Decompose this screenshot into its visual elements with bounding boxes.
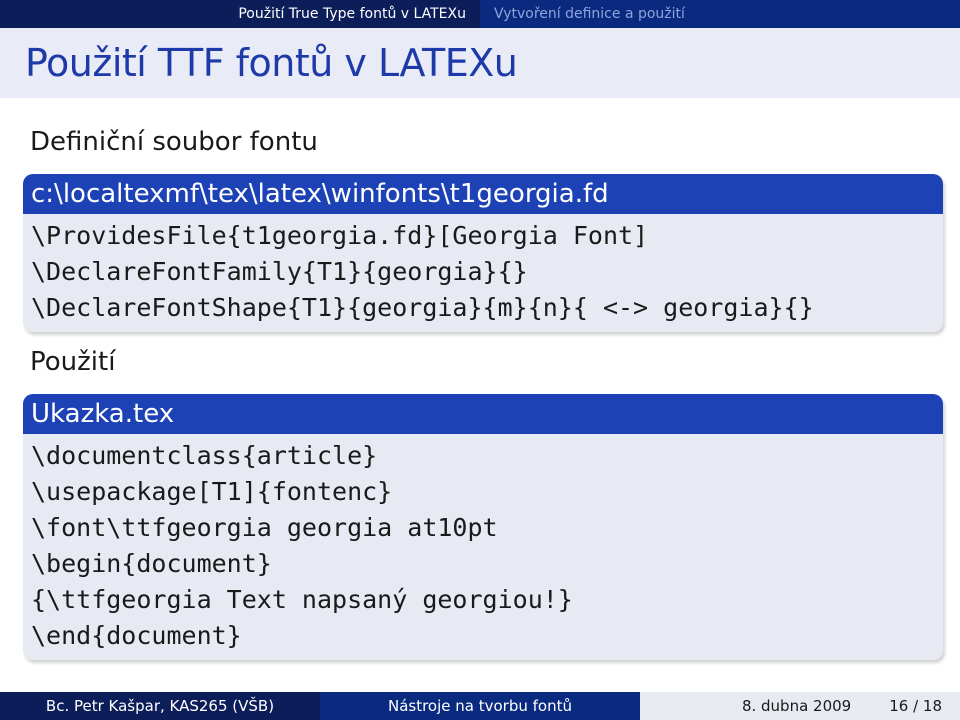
frame-title-bar: Použití TTF fontů v LATEXu [0, 28, 960, 98]
frame-title: Použití TTF fontů v LATEXu [25, 41, 518, 85]
nav-subsection-link[interactable]: Vytvoření definice a použití [480, 0, 960, 28]
code-line: \begin{document} [31, 549, 272, 578]
code-line: \font\ttfgeorgia georgia at10pt [31, 513, 498, 542]
code-line: \ProvidesFile{t1georgia.fd}[Georgia Font… [31, 221, 649, 250]
nav-section-label: Použití True Type fontů v LATEXu [238, 6, 466, 22]
definition-block: c:\localtexmf\tex\latex\winfonts\t1georg… [23, 174, 943, 332]
nav-subsection-label: Vytvoření definice a použití [494, 6, 685, 22]
code-line: \DeclareFontFamily{T1}{georgia}{} [31, 257, 528, 286]
footer-talk-label: Nástroje na tvorbu fontů [387, 697, 572, 715]
code-line: \documentclass{article} [31, 441, 378, 470]
footer-bar: Bc. Petr Kašpar, KAS265 (VŠB) Nástroje n… [0, 692, 960, 720]
code-line: {\ttfgeorgia Text napsaný georgiou!} [31, 585, 573, 614]
definition-block-title: c:\localtexmf\tex\latex\winfonts\t1georg… [23, 174, 943, 214]
code-line: \end{document} [31, 621, 242, 650]
footer-date: 8. dubna 2009 [741, 697, 852, 715]
footer-author-label: Bc. Petr Kašpar, KAS265 (VŠB) [45, 697, 275, 715]
footer-talk-title: Nástroje na tvorbu fontů [320, 692, 640, 720]
nav-section-link[interactable]: Použití True Type fontů v LATEXu [0, 0, 480, 28]
footer-page-number: 16 / 18 [889, 697, 942, 715]
code-line: \usepackage[T1]{fontenc} [31, 477, 393, 506]
top-navigation: Použití True Type fontů v LATEXu Vytvoře… [0, 0, 960, 28]
definition-block-body: \ProvidesFile{t1georgia.fd}[Georgia Font… [23, 214, 943, 332]
usage-block-title: Ukazka.tex [23, 394, 943, 434]
usage-heading: Použití [30, 347, 116, 377]
definition-heading: Definiční soubor fontu [30, 127, 318, 157]
footer-author: Bc. Petr Kašpar, KAS265 (VŠB) [0, 692, 320, 720]
usage-block: Ukazka.tex \documentclass{article} \usep… [23, 394, 943, 660]
footer-meta: 8. dubna 2009 16 / 18 [640, 692, 960, 720]
code-line: \DeclareFontShape{T1}{georgia}{m}{n}{ <-… [31, 293, 814, 322]
usage-block-body: \documentclass{article} \usepackage[T1]{… [23, 434, 943, 660]
